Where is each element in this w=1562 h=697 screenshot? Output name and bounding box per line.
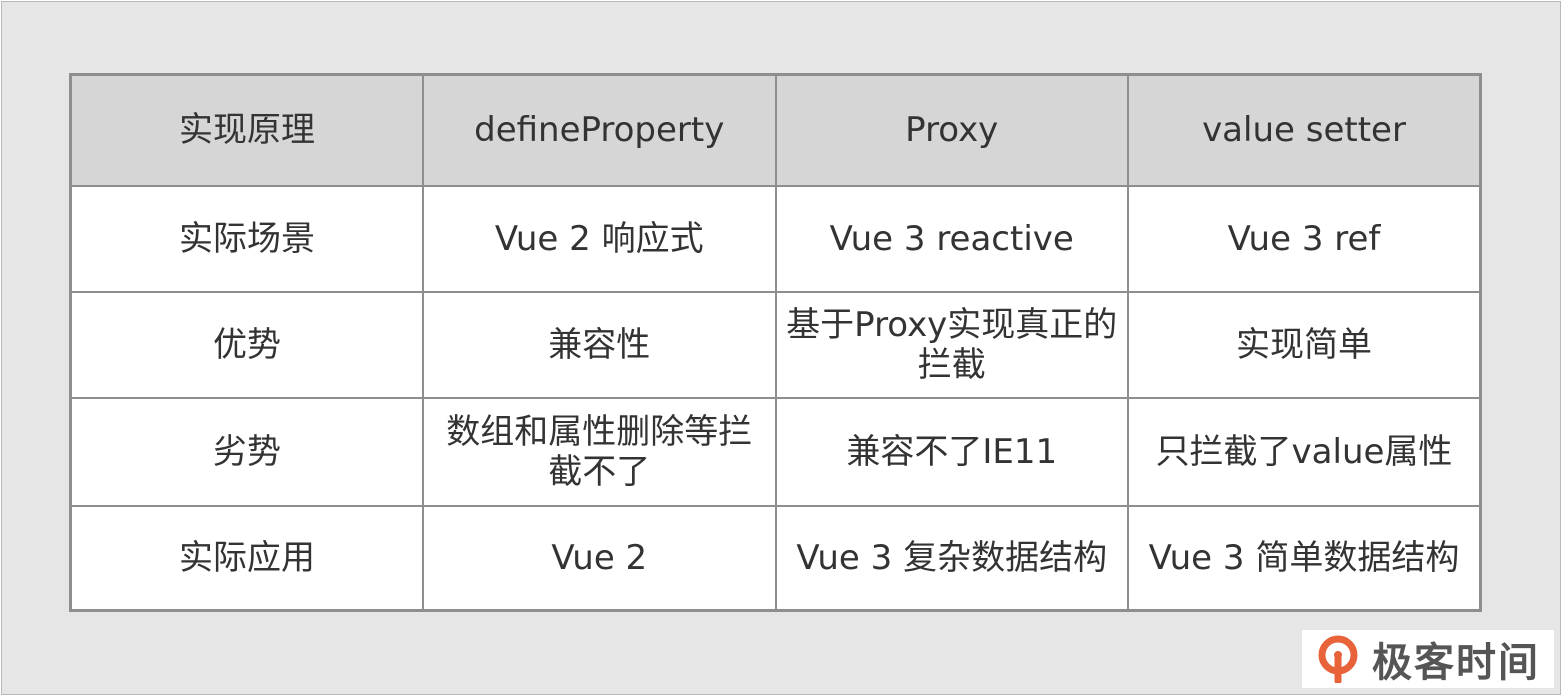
header-cell: value setter [1127, 73, 1482, 187]
table-cell: Vue 3 ref [1127, 184, 1482, 293]
table-cell: 只拦截了value属性 [1127, 396, 1482, 508]
table-row: 实际场景 Vue 2 响应式 Vue 3 reactive Vue 3 ref [69, 184, 1482, 293]
table-cell: 兼容性 [422, 290, 777, 400]
header-cell: 实现原理 [69, 73, 424, 187]
table-row: 优势 兼容性 基于Proxy实现真正的拦截 实现简单 [69, 290, 1482, 400]
table-header-row: 实现原理 defineProperty Proxy value setter [69, 73, 1482, 187]
row-label-cell: 实际应用 [69, 505, 424, 612]
table-cell: Vue 3 复杂数据结构 [774, 505, 1129, 612]
table-cell: 数组和属性删除等拦截不了 [422, 396, 777, 508]
table-cell: 基于Proxy实现真正的拦截 [774, 290, 1129, 400]
table-cell: 兼容不了IE11 [774, 396, 1129, 508]
logo-text: 极客时间 [1372, 640, 1540, 686]
table-cell: Vue 2 [422, 505, 777, 612]
table-row: 劣势 数组和属性删除等拦截不了 兼容不了IE11 只拦截了value属性 [69, 396, 1482, 508]
table-cell: Vue 3 简单数据结构 [1127, 505, 1482, 612]
header-cell: Proxy [774, 73, 1129, 187]
row-label-cell: 劣势 [69, 396, 424, 508]
header-cell: defineProperty [422, 73, 777, 187]
row-label-cell: 实际场景 [69, 184, 424, 293]
table-row: 实际应用 Vue 2 Vue 3 复杂数据结构 Vue 3 简单数据结构 [69, 505, 1482, 612]
geektime-logo-icon [1318, 635, 1358, 683]
slide-canvas: 实现原理 defineProperty Proxy value setter 实… [1, 1, 1561, 695]
comparison-table-wrapper: 实现原理 defineProperty Proxy value setter 实… [69, 73, 1482, 612]
geektime-logo: 极客时间 [1302, 630, 1554, 688]
table-cell: Vue 3 reactive [774, 184, 1129, 293]
comparison-table: 实现原理 defineProperty Proxy value setter 实… [69, 73, 1482, 612]
table-cell: Vue 2 响应式 [422, 184, 777, 293]
row-label-cell: 优势 [69, 290, 424, 400]
table-cell: 实现简单 [1127, 290, 1482, 400]
